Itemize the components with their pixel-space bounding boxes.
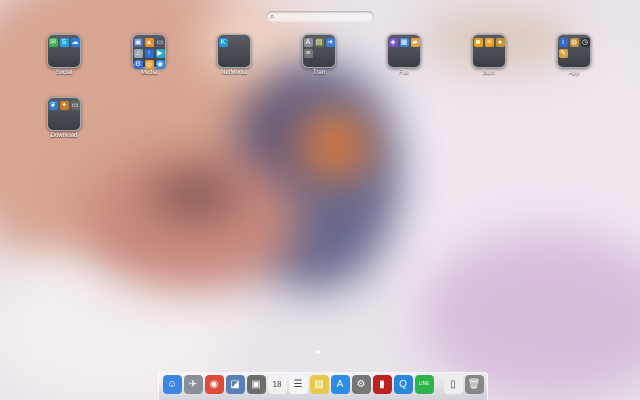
messages-icon: ✉: [48, 38, 58, 47]
info-icon: i: [558, 38, 568, 47]
folder-label: File: [399, 70, 409, 76]
folder-preview[interactable]: ◈ ▦ ▰: [387, 34, 421, 68]
folder-media[interactable]: ▣ ▲ ▭ ♫ ↑ ▶ ⚙ ◎ ◉ Media: [129, 34, 169, 76]
folder-preview[interactable]: ❦ ✦ ▭: [47, 97, 81, 131]
people-icon: ☻: [473, 38, 483, 47]
system-preferences-icon[interactable]: ⚙: [351, 375, 371, 394]
folder-preview[interactable]: A ▤ ➜ ≡: [302, 34, 336, 68]
line-icon[interactable]: LINE: [414, 375, 434, 394]
folder-download[interactable]: ❦ ✦ ▭ Download: [44, 97, 84, 139]
trash-icon[interactable]: 🗑: [464, 375, 484, 394]
reminders-icon[interactable]: ☰: [288, 375, 308, 394]
folder-netmedia[interactable]: K NetMedia: [214, 34, 254, 76]
chrome-icon[interactable]: ◉: [204, 375, 224, 394]
dock: ☺ ✈ ◉ ◪ ▣ 18 ☰ ▨ A ⚙ ▮ Q LINE ▯ 🗑: [158, 372, 488, 400]
folder-preview[interactable]: ▣ ▲ ▭ ♫ ↑ ▶ ⚙ ◎ ◉: [132, 34, 166, 69]
bird-icon: ❦: [48, 101, 58, 110]
lines-icon: ≡: [303, 49, 313, 58]
stickies-icon[interactable]: ▨: [309, 375, 329, 394]
arrow-icon: ➜: [325, 38, 335, 47]
photo-booth-icon[interactable]: ▮: [372, 375, 392, 394]
calendar-icon[interactable]: 18: [267, 375, 287, 394]
cookie-icon: ●: [495, 38, 505, 47]
music-icon: ♫: [133, 49, 143, 58]
launchpad-icon[interactable]: ✈: [183, 375, 203, 394]
folder-icon: ▰: [410, 38, 420, 47]
folder-label: Download: [50, 133, 78, 139]
folder-label: NetMedia: [221, 70, 247, 76]
finder-icon[interactable]: ☺: [162, 375, 182, 394]
upload-icon: ↑: [144, 49, 154, 58]
folder-label: Tran: [312, 70, 326, 76]
document-icon[interactable]: ▯: [443, 375, 463, 394]
folder-label: App: [568, 70, 580, 76]
archive-icon: ▦: [399, 38, 409, 47]
folder-preview[interactable]: i ◍ ◷ ✎: [557, 34, 591, 68]
folder-app[interactable]: i ◍ ◷ ✎ App: [554, 34, 594, 76]
search-icon: ⌕: [270, 12, 275, 21]
monitor-icon: ▭: [70, 101, 80, 110]
folder-file[interactable]: ◈ ▦ ▰ File: [384, 34, 424, 76]
globe-app-icon: ◍: [569, 38, 579, 47]
folder-bum[interactable]: ☻ ☀ ● Bum: [469, 34, 509, 76]
skype-icon: S: [59, 38, 69, 47]
vlc-icon: ▲: [144, 38, 154, 47]
photo-icon: ▣: [133, 38, 143, 47]
preview-icon[interactable]: ◪: [225, 375, 245, 394]
tools-icon: ✎: [558, 49, 568, 58]
chat-icon: ☁: [70, 38, 80, 47]
image-capture-icon[interactable]: ▣: [246, 375, 266, 394]
quicktime-icon[interactable]: Q: [393, 375, 413, 394]
notes-icon: ▤: [314, 38, 324, 47]
folder-preview[interactable]: ✉ S ☁: [47, 34, 81, 68]
folder-label: Social: [55, 70, 73, 76]
tv-icon: ▭: [155, 38, 165, 47]
transmission-icon: ✦: [59, 101, 69, 110]
k-app-icon: K: [218, 38, 228, 47]
player-icon: ▶: [155, 49, 165, 58]
finder-sync-icon: ◈: [388, 38, 398, 47]
clock-icon: ◷: [580, 38, 590, 47]
folder-social[interactable]: ✉ S ☁ Social: [44, 34, 84, 76]
folder-preview[interactable]: ☻ ☀ ●: [472, 34, 506, 68]
app-store-icon[interactable]: A: [330, 375, 350, 394]
dictionary-icon: A: [303, 38, 313, 47]
launchpad-search-field[interactable]: ⌕: [266, 11, 374, 22]
settings-icon: ⚙: [133, 60, 143, 69]
folder-label: Media: [140, 70, 158, 76]
globe-icon: ◉: [155, 60, 165, 69]
page-indicator-dot[interactable]: [316, 350, 320, 354]
folder-preview[interactable]: K: [217, 34, 251, 68]
folder-tran[interactable]: A ▤ ➜ ≡ Tran: [299, 34, 339, 76]
sun-icon: ☀: [484, 38, 494, 47]
folder-label: Bum: [482, 70, 496, 76]
disc-icon: ◎: [144, 60, 154, 69]
